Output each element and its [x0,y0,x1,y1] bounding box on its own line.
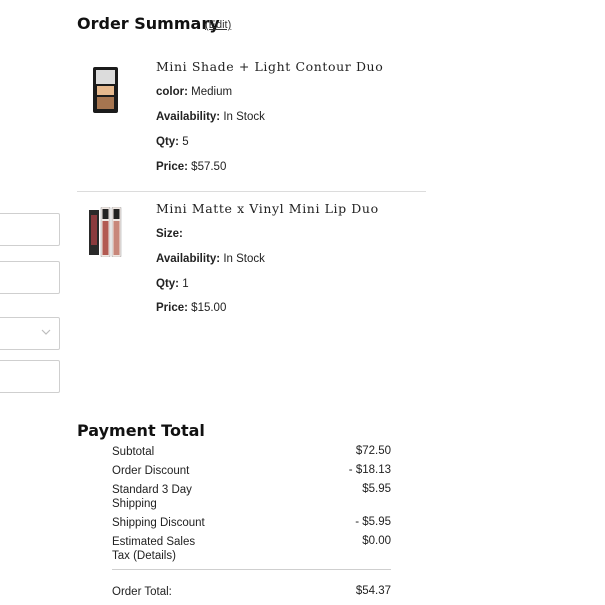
order-total-label: Order Total: [112,586,172,598]
price-value: $15.00 [191,302,227,314]
price-value: $57.50 [191,161,227,173]
shipping-label: Standard 3 Day Shipping [112,484,192,510]
lip-duo-icon [89,206,122,258]
product-color: color: Medium [156,86,232,98]
availability-label: Availability: [156,253,221,265]
sales-tax-label[interactable]: Estimated Sales Tax (Details) [112,535,202,563]
product-image[interactable] [91,66,121,114]
order-discount-value: - $18.13 [348,464,391,476]
product-availability: Availability: In Stock [156,111,265,123]
form-select[interactable] [0,317,60,350]
product-image[interactable] [88,206,124,258]
shipping-value: $5.95 [362,483,391,495]
form-field-3[interactable] [0,360,60,393]
product-qty: Qty: 1 [156,278,189,290]
availability-label: Availability: [156,111,221,123]
item-divider [77,191,426,192]
product-name[interactable]: Mini Shade + Light Contour Duo [156,59,383,74]
availability-value: In Stock [223,253,265,265]
chevron-down-icon [41,329,51,335]
qty-value: 1 [182,278,189,290]
edit-link[interactable]: (Edit) [205,19,231,31]
subtotal-value: $72.50 [355,445,391,457]
attr-label: color: [156,86,188,98]
product-price: Price: $57.50 [156,161,226,173]
attr-label: Size: [156,228,183,240]
qty-value: 5 [182,136,189,148]
shipping-discount-label: Shipping Discount [112,517,205,529]
availability-value: In Stock [223,111,265,123]
order-total-value: $54.37 [355,585,391,597]
payment-total-title: Payment Total [77,421,205,440]
attr-value: Medium [191,86,233,98]
price-label: Price: [156,161,188,173]
price-label: Price: [156,302,188,314]
subtotal-label: Subtotal [112,446,155,458]
product-price: Price: $15.00 [156,302,226,314]
order-discount-label: Order Discount [112,465,190,477]
qty-label: Qty: [156,136,179,148]
form-field-2[interactable] [0,261,60,294]
product-availability: Availability: In Stock [156,253,265,265]
form-field-1[interactable] [0,213,60,246]
product-size: Size: [156,228,183,240]
product-name[interactable]: Mini Matte x Vinyl Mini Lip Duo [156,201,379,216]
product-qty: Qty: 5 [156,136,189,148]
total-divider [112,569,391,570]
shipping-discount-value: - $5.95 [355,516,391,528]
contour-palette-icon [93,67,118,113]
order-summary-title: Order Summary [77,14,220,33]
sales-tax-value: $0.00 [362,535,391,547]
qty-label: Qty: [156,278,179,290]
